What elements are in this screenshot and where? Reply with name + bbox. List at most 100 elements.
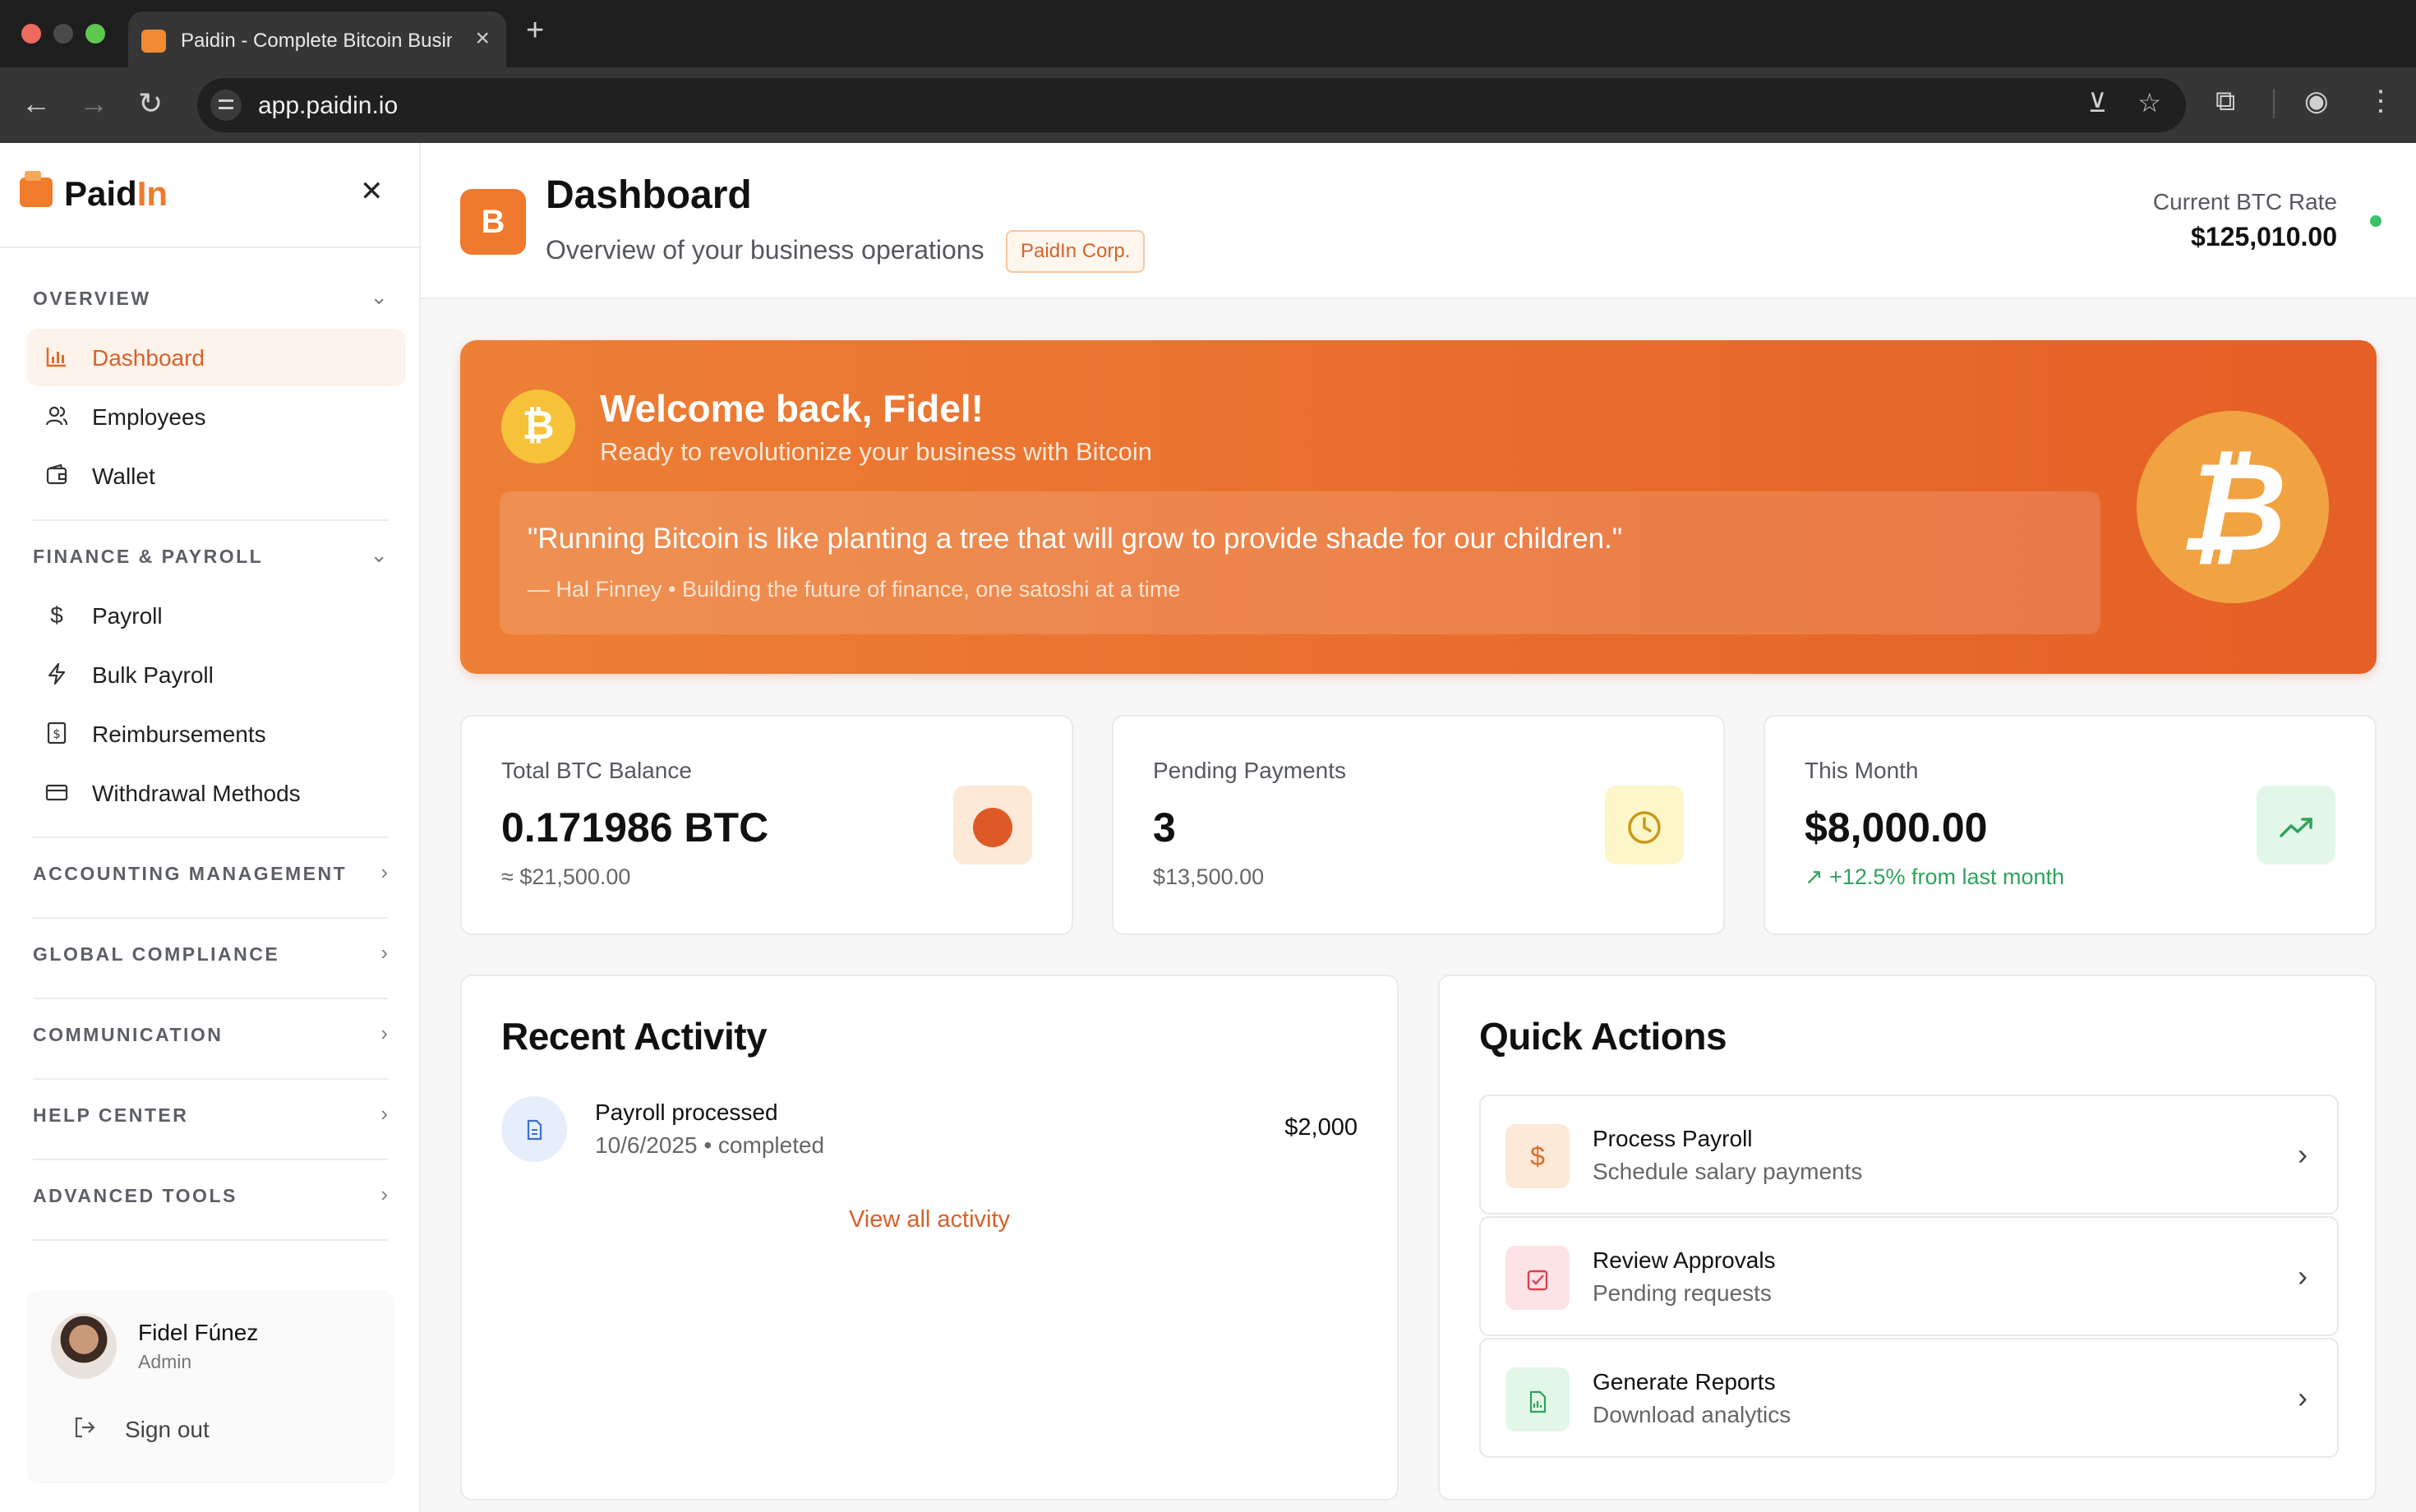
maximize-window-button[interactable] (85, 24, 105, 44)
page-header: B Dashboard Overview of your business op… (421, 143, 2416, 299)
divider (33, 1078, 388, 1080)
clock-icon (1605, 786, 1684, 864)
close-sidebar-icon[interactable]: ✕ (360, 177, 384, 205)
generate-reports-button[interactable]: Generate Reports Download analytics › (1479, 1338, 2339, 1458)
btc-rate-value: $125,010.00 (2191, 222, 2337, 251)
section-overview[interactable]: OVERVIEW ⌄ (33, 281, 388, 314)
url-text: app.paidin.io (258, 92, 399, 119)
stat-value: $8,000.00 (1805, 804, 1988, 850)
bitcoin-coin-icon: ₿ (501, 390, 575, 463)
section-finance-payroll[interactable]: FINANCE & PAYROLL ⌄ (33, 539, 388, 572)
sidebar-item-employees[interactable]: Employees (26, 388, 406, 445)
stat-label: This Month (1805, 758, 1919, 783)
close-tab-icon[interactable]: × (475, 26, 490, 51)
stat-value: 3 (1153, 804, 1176, 850)
organization-tag: PaidIn Corp. (1006, 230, 1146, 273)
review-approvals-button[interactable]: Review Approvals Pending requests › (1479, 1216, 2339, 1336)
divider (33, 998, 388, 999)
section-title: ADVANCED TOOLS (33, 1185, 237, 1206)
chevron-down-icon: ⌄ (370, 284, 388, 309)
sidebar-item-payroll[interactable]: $ Payroll (26, 587, 406, 644)
section-title: FINANCE & PAYROLL (33, 546, 264, 567)
section-title: COMMUNICATION (33, 1024, 224, 1045)
bar-chart-icon (44, 345, 69, 370)
browser-toolbar: ← → ↻ app.paidin.io ⊻ ☆ ⧉ ◉ ⋮ (0, 67, 2416, 143)
sidebar-item-bulk-payroll[interactable]: Bulk Payroll (26, 646, 406, 703)
tab-search-icon[interactable]: ⧉ (2215, 87, 2235, 115)
svg-text:$: $ (53, 726, 61, 741)
panel-title: Quick Actions (1479, 1015, 1727, 1058)
sign-out-icon[interactable] (72, 1415, 97, 1446)
install-app-icon[interactable]: ⊻ (2088, 90, 2107, 116)
welcome-title: Welcome back, Fidel! (600, 387, 984, 430)
check-square-icon (1505, 1246, 1570, 1310)
wallet-logo-icon (20, 171, 53, 207)
bookmark-star-icon[interactable]: ☆ (2137, 90, 2161, 116)
process-payroll-button[interactable]: $ Process Payroll Schedule salary paymen… (1479, 1095, 2339, 1215)
divider (33, 519, 388, 521)
sidebar-item-label: Reimbursements (92, 721, 266, 747)
chevron-right-icon: › (380, 1101, 388, 1126)
close-window-button[interactable] (21, 24, 41, 44)
activity-title: Payroll processed (595, 1099, 778, 1125)
sidebar-item-dashboard[interactable]: Dashboard (26, 329, 406, 386)
stat-subtext: ≈ $21,500.00 (501, 864, 631, 889)
chevron-right-icon: › (2298, 1381, 2308, 1414)
minimize-window-button[interactable] (53, 24, 73, 44)
divider (33, 917, 388, 919)
stat-card-this-month: This Month $8,000.00 ↗ +12.5% from last … (1764, 715, 2377, 935)
action-title: Generate Reports (1593, 1369, 1776, 1394)
panel-title: Recent Activity (501, 1015, 768, 1058)
recent-activity-panel: Recent Activity Payroll processed 10/6/2… (460, 975, 1399, 1500)
profile-icon[interactable]: ◉ (2304, 87, 2329, 115)
bitcoin-dot-icon (953, 786, 1032, 864)
dollar-icon: $ (50, 602, 63, 628)
sidebar-item-wallet[interactable]: Wallet (26, 447, 406, 505)
dollar-icon: $ (1505, 1124, 1570, 1188)
stat-subtext: $13,500.00 (1153, 864, 1265, 889)
user-card: Fidel Fúnez Admin Sign out (26, 1290, 394, 1484)
section-help-center[interactable]: HELP CENTER › (33, 1098, 388, 1131)
welcome-banner: ₿ Welcome back, Fidel! Ready to revoluti… (460, 340, 2377, 674)
section-title: ACCOUNTING MANAGEMENT (33, 863, 348, 884)
browser-menu-icon[interactable]: ⋮ (2367, 87, 2395, 115)
sidebar-item-withdrawal-methods[interactable]: Withdrawal Methods (26, 764, 406, 822)
quote-author: — Hal Finney • Building the future of fi… (528, 577, 1181, 602)
section-communication[interactable]: COMMUNICATION › (33, 1017, 388, 1050)
divider (33, 1239, 388, 1241)
wallet-icon (44, 463, 69, 488)
site-info-icon[interactable] (210, 90, 242, 121)
action-subtitle: Pending requests (1593, 1280, 1772, 1306)
avatar[interactable] (51, 1313, 117, 1379)
brand-name: PaidIn (64, 174, 168, 213)
sidebar-item-reimbursements[interactable]: $ Reimbursements (26, 705, 406, 763)
address-bar[interactable]: app.paidin.io ⊻ ☆ (197, 78, 2186, 132)
chevron-right-icon: › (2298, 1137, 2308, 1171)
stat-trend: ↗ +12.5% from last month (1805, 864, 2065, 889)
activity-amount: $2,000 (1284, 1114, 1358, 1141)
page-subtitle: Overview of your business operations (546, 235, 984, 265)
bitcoin-logo-icon: ₿ (2137, 411, 2329, 603)
lightning-icon (44, 662, 69, 687)
report-icon (1505, 1367, 1570, 1431)
view-all-activity-link[interactable]: View all activity (462, 1206, 1397, 1233)
toolbar-divider (2273, 89, 2275, 118)
action-subtitle: Download analytics (1593, 1402, 1791, 1427)
reload-icon[interactable]: ↻ (138, 89, 163, 118)
forward-arrow-icon[interactable]: → (79, 89, 108, 118)
section-title: GLOBAL COMPLIANCE (33, 943, 280, 965)
new-tab-button[interactable]: + (526, 15, 544, 46)
back-arrow-icon[interactable]: ← (21, 89, 51, 118)
chevron-right-icon: › (380, 1021, 388, 1045)
sidebar-item-label: Wallet (92, 463, 155, 489)
section-accounting-management[interactable]: ACCOUNTING MANAGEMENT › (33, 856, 388, 889)
quote-box: "Running Bitcoin is like planting a tree… (500, 491, 2100, 634)
sidebar-item-label: Employees (92, 404, 206, 430)
section-advanced-tools[interactable]: ADVANCED TOOLS › (33, 1178, 388, 1211)
sidebar-item-label: Payroll (92, 603, 163, 629)
browser-tab[interactable]: Paidin - Complete Bitcoin Business × (128, 12, 506, 67)
action-subtitle: Schedule salary payments (1593, 1159, 1863, 1184)
section-global-compliance[interactable]: GLOBAL COMPLIANCE › (33, 937, 388, 970)
live-status-dot (2370, 215, 2381, 227)
sign-out-button[interactable]: Sign out (125, 1417, 210, 1443)
